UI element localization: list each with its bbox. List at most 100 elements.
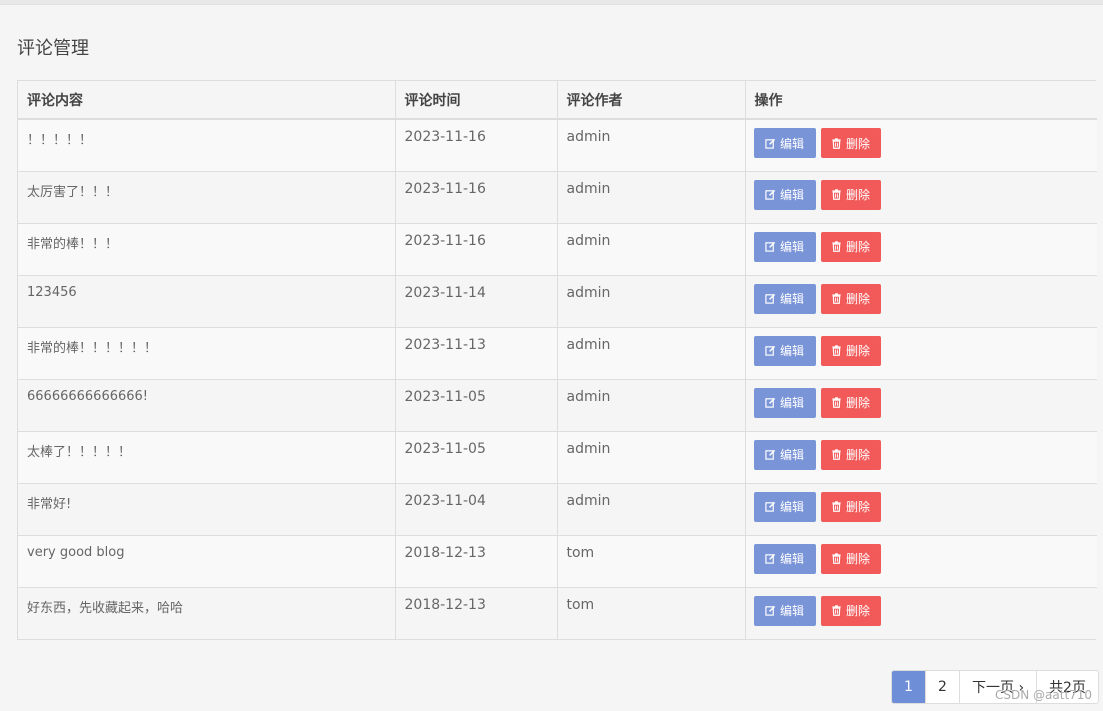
delete-button-label: 删除	[845, 344, 870, 358]
delete-button[interactable]: 删除	[820, 387, 881, 418]
row-actions: 编辑 删除	[745, 170, 1097, 223]
comment-content: 太厉害了！！！	[18, 170, 396, 223]
delete-button-label: 删除	[845, 604, 870, 618]
trash-icon	[831, 189, 842, 200]
trash-icon	[831, 345, 842, 356]
edit-button-label: 编辑	[779, 552, 804, 566]
edit-icon	[765, 605, 776, 616]
delete-button[interactable]: 删除	[820, 179, 881, 210]
comment-content: 66666666666666!	[18, 378, 396, 431]
row-actions: 编辑 删除	[745, 119, 1097, 171]
edit-button[interactable]: 编辑	[753, 283, 816, 314]
comment-content: 非常的棒！！！	[18, 222, 396, 275]
row-actions: 编辑 删除	[745, 222, 1097, 275]
table-row: 太厉害了！！！ 2023-11-16 admin 编辑 删除	[18, 170, 1097, 223]
comment-time: 2023-11-05	[395, 430, 558, 483]
table-row: 123456 2023-11-14 admin 编辑 删除	[18, 274, 1097, 327]
delete-button-label: 删除	[845, 136, 870, 151]
page-2-button[interactable]: 2	[926, 671, 960, 703]
comment-author: admin	[557, 119, 746, 171]
delete-button[interactable]: 删除	[820, 543, 881, 574]
comment-author: admin	[557, 222, 746, 275]
delete-button[interactable]: 删除	[820, 439, 881, 470]
edit-button[interactable]: 编辑	[753, 543, 816, 574]
watermark: CSDN @aatt710	[995, 688, 1093, 702]
edit-button[interactable]: 编辑	[753, 179, 816, 210]
comment-author: admin	[557, 378, 746, 431]
trash-icon	[831, 241, 842, 252]
comment-author: admin	[557, 326, 746, 379]
edit-icon	[765, 345, 776, 356]
edit-icon	[765, 189, 776, 200]
edit-button-label: 编辑	[779, 188, 804, 202]
edit-button[interactable]: 编辑	[753, 595, 816, 626]
comment-content: 非常好!	[18, 482, 396, 535]
delete-button[interactable]: 删除	[820, 335, 881, 366]
comment-content: 123456	[18, 274, 396, 327]
trash-icon	[831, 293, 842, 304]
row-actions: 编辑 删除	[745, 274, 1097, 327]
edit-button-label: 编辑	[779, 240, 804, 254]
delete-button[interactable]: 删除	[820, 491, 881, 522]
trash-icon	[831, 449, 842, 460]
table-row: 非常好! 2023-11-04 admin 编辑 删除	[18, 482, 1097, 535]
delete-button-label: 删除	[845, 500, 870, 514]
page-title: 评论管理	[17, 38, 89, 59]
edit-button-label: 编辑	[779, 292, 804, 306]
edit-button[interactable]: 编辑	[753, 491, 816, 522]
table-row: 66666666666666! 2023-11-05 admin 编辑 删除	[18, 378, 1097, 431]
table-row: 非常的棒！！！ 2023-11-16 admin 编辑 删除	[18, 222, 1097, 275]
table-row: 太棒了！！！！！ 2023-11-05 admin 编辑 删除	[18, 430, 1097, 483]
trash-icon	[831, 553, 842, 564]
comment-time: 2018-12-13	[395, 534, 558, 587]
edit-icon	[765, 138, 776, 149]
comment-content: 非常的棒！！！！！！	[18, 326, 396, 379]
comment-author: tom	[557, 586, 746, 639]
comment-time: 2023-11-16	[395, 170, 558, 223]
edit-button-label: 编辑	[779, 500, 804, 514]
trash-icon	[831, 605, 842, 616]
trash-icon	[831, 397, 842, 408]
comment-author: admin	[557, 482, 746, 535]
row-actions: 编辑 删除	[745, 586, 1097, 639]
table-row: very good blog 2018-12-13 tom 编辑 删除	[18, 534, 1097, 587]
edit-button[interactable]: 编辑	[753, 387, 816, 418]
edit-button[interactable]: 编辑	[753, 439, 816, 470]
header-actions: 操作	[745, 81, 1097, 120]
delete-button[interactable]: 删除	[820, 231, 881, 262]
comment-content: ！！！！！	[18, 119, 396, 171]
table-row: ！！！！！ 2023-11-16 admin 编辑 删除	[18, 119, 1097, 171]
row-actions: 编辑 删除	[745, 378, 1097, 431]
edit-button-label: 编辑	[779, 344, 804, 358]
comment-time: 2018-12-13	[395, 586, 558, 639]
delete-button-label: 删除	[845, 188, 870, 202]
comment-time: 2023-11-04	[395, 482, 558, 535]
comment-time: 2023-11-05	[395, 378, 558, 431]
delete-button[interactable]: 删除	[820, 595, 881, 626]
comment-content: very good blog	[18, 534, 396, 587]
comment-author: admin	[557, 430, 746, 483]
delete-button[interactable]: 删除	[820, 283, 881, 314]
edit-icon	[765, 241, 776, 252]
delete-button[interactable]: 删除	[820, 128, 881, 158]
delete-button-label: 删除	[845, 240, 870, 254]
comment-author: admin	[557, 170, 746, 223]
edit-button[interactable]: 编辑	[753, 128, 816, 158]
delete-button-label: 删除	[845, 552, 870, 566]
edit-button-label: 编辑	[779, 604, 804, 618]
delete-button-label: 删除	[845, 396, 870, 410]
edit-icon	[765, 501, 776, 512]
edit-button-label: 编辑	[779, 396, 804, 410]
table-body: ！！！！！ 2023-11-16 admin 编辑 删除 太厉害了！！！ 2023-11-1…	[18, 119, 1097, 639]
row-actions: 编辑 删除	[745, 534, 1097, 587]
comment-time: 2023-11-13	[395, 326, 558, 379]
edit-button[interactable]: 编辑	[753, 335, 816, 366]
trash-icon	[831, 137, 842, 149]
comment-time: 2023-11-14	[395, 274, 558, 327]
edit-button-label: 编辑	[779, 448, 804, 462]
comment-author: admin	[557, 274, 746, 327]
edit-button[interactable]: 编辑	[753, 231, 816, 262]
trash-icon	[831, 501, 842, 512]
page-1-button[interactable]: 1	[892, 671, 926, 703]
edit-icon	[765, 397, 776, 408]
